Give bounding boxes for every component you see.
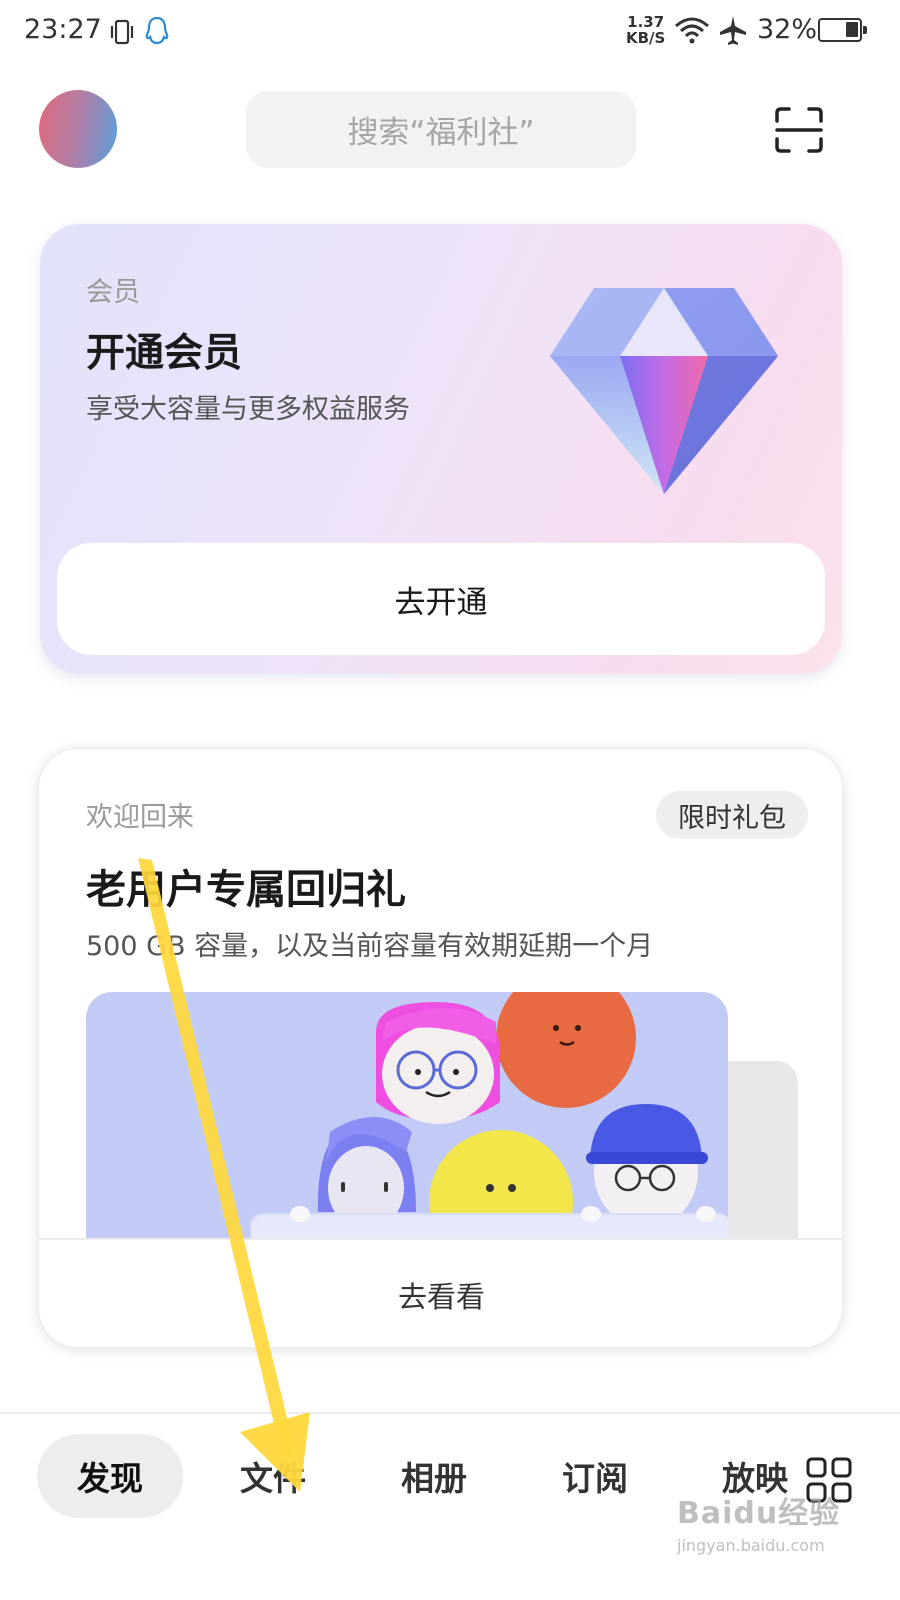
battery-icon — [818, 18, 867, 42]
airplane-icon — [720, 16, 746, 45]
tab-subscribe[interactable]: 订阅 — [522, 1434, 668, 1518]
avatar[interactable] — [39, 90, 117, 168]
search-input[interactable]: 搜索“福利社” — [246, 91, 636, 168]
qq-icon — [145, 16, 169, 45]
network-speed: 1.37 KB/S — [626, 13, 666, 47]
member-card[interactable]: 会员 开通会员 享受大容量与更多权益服务 去开通 — [40, 224, 842, 674]
welcome-back-card[interactable]: 欢迎回来 限时礼包 老用户专属回归礼 500 GB 容量，以及当前容量有效期延期… — [38, 748, 843, 1348]
battery-percent: 32% — [757, 14, 818, 45]
characters-illustration — [250, 992, 728, 1238]
open-membership-button[interactable]: 去开通 — [57, 543, 825, 655]
go-see-button[interactable]: 去看看 — [39, 1240, 842, 1347]
baidu-watermark: Baidu经验 jingyan.baidu.com — [677, 1488, 840, 1555]
welcome-title: 老用户专属回归礼 — [86, 867, 406, 913]
member-kicker: 会员 — [86, 277, 140, 308]
scan-icon[interactable] — [775, 107, 823, 153]
member-subtitle: 享受大容量与更多权益服务 — [86, 394, 410, 425]
wifi-icon — [675, 17, 709, 44]
next-banner-peek — [728, 1061, 798, 1238]
member-title: 开通会员 — [86, 331, 243, 376]
watermark-brand: Baidu经验 — [677, 1496, 841, 1531]
status-bar: 23:27 1.37 KB/S 32% — [0, 0, 900, 64]
tab-files[interactable]: 文件 — [200, 1434, 346, 1518]
vibrate-icon — [110, 19, 134, 45]
welcome-subtitle: 500 GB 容量，以及当前容量有效期延期一个月 — [86, 931, 654, 962]
watermark-url: jingyan.baidu.com — [677, 1536, 825, 1555]
diamond-icon — [550, 288, 778, 494]
limited-gift-badge: 限时礼包 — [656, 791, 808, 839]
welcome-kicker: 欢迎回来 — [86, 802, 194, 833]
tab-discover[interactable]: 发现 — [37, 1434, 183, 1518]
gift-banner-image[interactable] — [86, 992, 728, 1238]
status-time: 23:27 — [24, 14, 102, 45]
tab-album[interactable]: 相册 — [361, 1434, 507, 1518]
